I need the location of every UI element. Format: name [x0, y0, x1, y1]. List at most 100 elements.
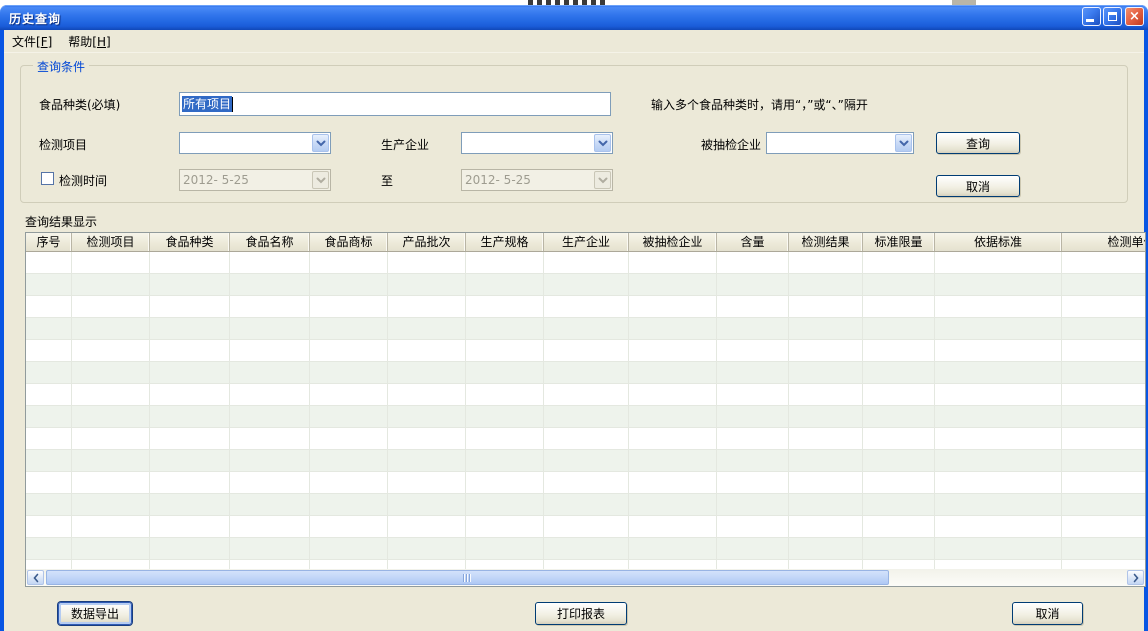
- panel-cancel-button[interactable]: 取消: [936, 175, 1020, 197]
- chevron-down-icon: [899, 140, 909, 147]
- column-header-0[interactable]: 序号: [26, 233, 72, 251]
- table-cell: [935, 428, 1062, 450]
- table-row[interactable]: [26, 428, 1145, 450]
- table-row[interactable]: [26, 362, 1145, 384]
- table-cell: [629, 318, 717, 340]
- menu-item-help[interactable]: 帮助[H]: [60, 31, 118, 52]
- table-row[interactable]: [26, 538, 1145, 560]
- table-cell: [388, 494, 466, 516]
- table-cell: [150, 450, 230, 472]
- export-data-button[interactable]: 数据导出: [58, 602, 132, 625]
- table-row[interactable]: [26, 516, 1145, 538]
- table-row[interactable]: [26, 340, 1145, 362]
- table-cell: [789, 252, 863, 274]
- table-cell: [1062, 362, 1145, 384]
- table-cell: [935, 296, 1062, 318]
- column-header-7[interactable]: 生产企业: [544, 233, 629, 251]
- table-cell: [388, 340, 466, 362]
- column-header-12[interactable]: 依据标准: [935, 233, 1062, 251]
- column-header-6[interactable]: 生产规格: [466, 233, 544, 251]
- menu-item-file[interactable]: 文件[F]: [4, 31, 60, 52]
- producer-combobox[interactable]: [461, 132, 613, 154]
- food-type-input[interactable]: 所有项目: [179, 92, 611, 116]
- table-cell: [717, 252, 789, 274]
- table-cell: [629, 494, 717, 516]
- results-table: 序号检测项目食品种类食品名称食品商标产品批次生产规格生产企业被抽检企业含量检测结…: [25, 232, 1146, 587]
- table-cell: [789, 428, 863, 450]
- table-cell: [935, 274, 1062, 296]
- print-report-button[interactable]: 打印报表: [535, 602, 627, 625]
- table-row[interactable]: [26, 406, 1145, 428]
- table-cell: [629, 428, 717, 450]
- horizontal-scrollbar[interactable]: [26, 569, 1145, 586]
- close-button[interactable]: ×: [1125, 7, 1144, 26]
- table-cell: [310, 340, 388, 362]
- scrollbar-thumb[interactable]: [46, 570, 889, 585]
- table-cell: [789, 296, 863, 318]
- table-row[interactable]: [26, 296, 1145, 318]
- column-header-2[interactable]: 食品种类: [150, 233, 230, 251]
- results-body: [26, 252, 1145, 569]
- scrollbar-track[interactable]: [45, 569, 1126, 586]
- table-cell: [1062, 428, 1145, 450]
- table-cell: [789, 340, 863, 362]
- table-cell: [544, 296, 629, 318]
- table-cell: [935, 340, 1062, 362]
- table-row[interactable]: [26, 318, 1145, 340]
- column-header-1[interactable]: 检测项目: [72, 233, 150, 251]
- column-header-3[interactable]: 食品名称: [230, 233, 310, 251]
- table-row[interactable]: [26, 560, 1145, 569]
- table-cell: [717, 274, 789, 296]
- column-header-5[interactable]: 产品批次: [388, 233, 466, 251]
- table-cell: [629, 384, 717, 406]
- food-type-hint: 输入多个食品种类时，请用“，”或“、”隔开: [651, 96, 868, 113]
- table-cell: [1062, 340, 1145, 362]
- table-cell: [544, 450, 629, 472]
- minimize-button[interactable]: [1082, 7, 1101, 26]
- table-cell: [26, 318, 72, 340]
- scroll-right-button[interactable]: [1127, 570, 1144, 585]
- table-row[interactable]: [26, 274, 1145, 296]
- combo-dropdown-button[interactable]: [312, 134, 329, 152]
- table-cell: [72, 318, 150, 340]
- table-cell: [1062, 252, 1145, 274]
- chevron-right-icon: [1133, 573, 1139, 583]
- table-row[interactable]: [26, 472, 1145, 494]
- combo-dropdown-button[interactable]: [594, 134, 611, 152]
- table-row[interactable]: [26, 494, 1145, 516]
- combo-dropdown-button[interactable]: [895, 134, 912, 152]
- table-cell: [230, 428, 310, 450]
- window-titlebar[interactable]: 历史查询: [0, 5, 1148, 30]
- column-header-9[interactable]: 含量: [717, 233, 789, 251]
- table-cell: [72, 274, 150, 296]
- scroll-left-button[interactable]: [27, 570, 44, 585]
- table-cell: [26, 538, 72, 560]
- table-cell: [230, 384, 310, 406]
- column-header-8[interactable]: 被抽检企业: [629, 233, 717, 251]
- table-cell: [466, 318, 544, 340]
- table-row[interactable]: [26, 384, 1145, 406]
- table-cell: [1062, 560, 1145, 569]
- chevron-left-icon: [33, 573, 39, 583]
- column-header-13[interactable]: 检测单位: [1062, 233, 1145, 251]
- column-header-4[interactable]: 食品商标: [310, 233, 388, 251]
- test-time-checkbox[interactable]: [41, 172, 54, 185]
- table-row[interactable]: [26, 252, 1145, 274]
- footer-cancel-button[interactable]: 取消: [1012, 602, 1083, 625]
- query-button[interactable]: 查询: [936, 132, 1020, 154]
- table-cell: [466, 472, 544, 494]
- test-item-combobox[interactable]: [179, 132, 331, 154]
- table-cell: [629, 538, 717, 560]
- table-cell: [717, 384, 789, 406]
- combo-dropdown-button: [312, 171, 329, 189]
- table-cell: [544, 384, 629, 406]
- maximize-button[interactable]: [1103, 7, 1122, 26]
- column-header-11[interactable]: 标准限量: [863, 233, 935, 251]
- table-row[interactable]: [26, 450, 1145, 472]
- table-cell: [789, 560, 863, 569]
- table-cell: [863, 296, 935, 318]
- column-header-10[interactable]: 检测结果: [789, 233, 863, 251]
- query-conditions-groupbox: 查询条件 食品种类(必填) 所有项目 输入多个食品种类时，请用“，”或“、”隔开…: [20, 65, 1128, 203]
- table-cell: [150, 318, 230, 340]
- sampled-company-combobox[interactable]: [766, 132, 914, 154]
